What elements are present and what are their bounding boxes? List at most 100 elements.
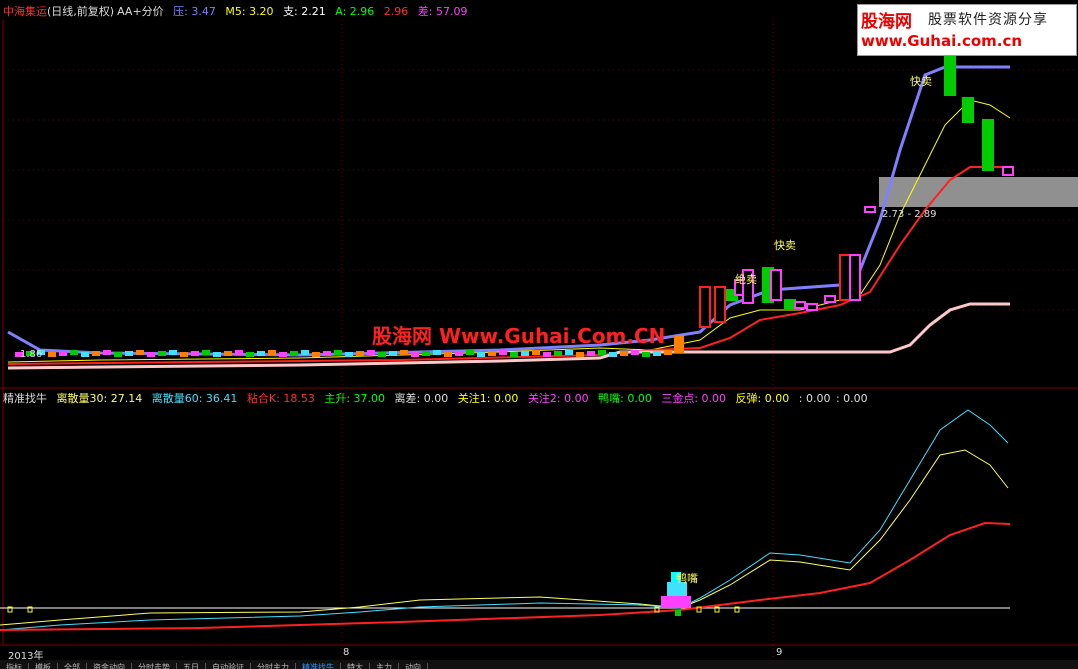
watermark-logo: 股海网 [861, 12, 912, 32]
candle [714, 286, 726, 323]
center-watermark: 股海网 Www.Guhai.Com.CN [372, 324, 666, 348]
candle [268, 350, 276, 355]
sticky-k [0, 521, 1011, 631]
candle [400, 350, 408, 355]
sub-panel-header: 精准找牛 离散量30: 27.14 离散量60: 36.41 粘合K: 18.5… [3, 390, 874, 406]
candle [290, 351, 298, 356]
sub-item: 关注2: 0.00 [527, 392, 589, 405]
candle [125, 351, 133, 356]
header-item: M5: 3.20 [225, 5, 274, 18]
duck-bill-signal: 鸭嘴 [676, 572, 698, 585]
candle [224, 351, 232, 356]
sub-item: 离差: 0.00 [394, 392, 449, 405]
candle [510, 352, 518, 357]
indicator-tab[interactable]: 模板 [29, 663, 58, 669]
candle [103, 350, 111, 355]
candle [92, 351, 100, 356]
sub-item: 鸭嘴: 0.00 [598, 392, 652, 405]
candle [213, 352, 221, 357]
indicator-tab[interactable]: 主力 [370, 663, 399, 669]
indicator-tab[interactable]: 特大 [341, 663, 370, 669]
header-item: 2.96 [383, 5, 409, 18]
sub-item: 离散量30: 27.14 [56, 392, 143, 405]
sub-item: 粘合K: 18.53 [246, 392, 315, 405]
sub-item: 离散量60: 36.41 [151, 392, 238, 405]
site-watermark: 股海网 股票软件资源分享 www.Guhai.com.cn [857, 4, 1077, 56]
candle [806, 303, 818, 311]
sell-signal: 快卖 [774, 239, 796, 252]
pressure-line [7, 65, 1010, 357]
candle [147, 352, 155, 357]
candle [345, 352, 353, 357]
candle [378, 352, 386, 357]
highlight-band [879, 177, 1078, 207]
candle [488, 351, 496, 356]
sub-item: 关注1: 0.00 [457, 392, 519, 405]
main-panel-header: 中海集运(日线,前复权) AA+分价 压: 3.47 M5: 3.20 支: 2.… [3, 3, 474, 19]
candle [631, 350, 639, 355]
candle [1002, 166, 1014, 176]
indicator-tab[interactable]: 精准找牛 [296, 663, 341, 669]
indicator-tab[interactable]: 五日 [177, 663, 206, 669]
range-label: 2.73 - 2.89 [882, 209, 937, 220]
candle [982, 119, 994, 171]
candle [864, 206, 876, 213]
candle [191, 351, 199, 356]
indicator-tab[interactable]: 指标 [0, 663, 29, 669]
duck-bill-block [675, 610, 681, 616]
candle [824, 295, 836, 303]
candle [653, 351, 661, 356]
candle [532, 350, 540, 355]
candle [543, 352, 551, 357]
stock-name[interactable]: 中海集运 [3, 5, 47, 18]
sub-item: : 0.00 [835, 392, 868, 405]
header-item: A: 2.96 [335, 5, 375, 18]
candle [158, 351, 166, 356]
candle [169, 350, 177, 355]
candle [794, 301, 806, 309]
candle [323, 351, 331, 356]
candle [849, 254, 861, 301]
indicator-name: AA+分价 [117, 5, 164, 18]
candle [367, 350, 375, 355]
sub-item: 反弹: 0.00 [735, 392, 790, 405]
x-axis-month: 8 [343, 647, 350, 658]
header-item: 差: 57.09 [417, 5, 468, 18]
candle [699, 286, 711, 328]
indicator-tab-bar: 指标 模板 全部 资金动向 分时走势 五日 自动验证 分时主力 精准找牛 特大 主力 动向 [0, 660, 1078, 669]
candle [202, 350, 210, 355]
candle [411, 352, 419, 357]
candle [477, 352, 485, 357]
candle [180, 352, 188, 357]
candle [466, 350, 474, 355]
candle [334, 350, 342, 355]
candle [114, 352, 122, 357]
sub-title[interactable]: 精准找牛 [3, 392, 47, 405]
period-label: (日线,前复权) [47, 5, 115, 18]
candle [620, 351, 628, 356]
candle [312, 352, 320, 357]
candles [15, 54, 1014, 357]
candle [422, 351, 430, 356]
indicator-tab[interactable]: 动向 [399, 663, 428, 669]
watermark-tagline: 股票软件资源分享 [928, 12, 1048, 28]
candle [444, 352, 452, 357]
candle [944, 54, 956, 96]
candle [642, 352, 650, 357]
indicator-tab[interactable]: 自动验证 [206, 663, 251, 669]
sub-indicator [0, 409, 1011, 631]
candle [301, 350, 309, 355]
indicator-tab[interactable]: 分时走势 [132, 663, 177, 669]
sell-signal: 快卖 [910, 75, 932, 88]
candle [598, 350, 606, 355]
candle [554, 351, 562, 356]
candle [784, 299, 796, 309]
candle [81, 352, 89, 357]
candle [521, 351, 529, 356]
candle [257, 351, 265, 356]
indicator-tab[interactable]: 全部 [58, 663, 87, 669]
indicator-tab[interactable]: 资金动向 [87, 663, 132, 669]
indicator-tab[interactable]: 分时主力 [251, 663, 296, 669]
low-price-label: 1.86 [20, 349, 43, 360]
candle [770, 269, 782, 301]
